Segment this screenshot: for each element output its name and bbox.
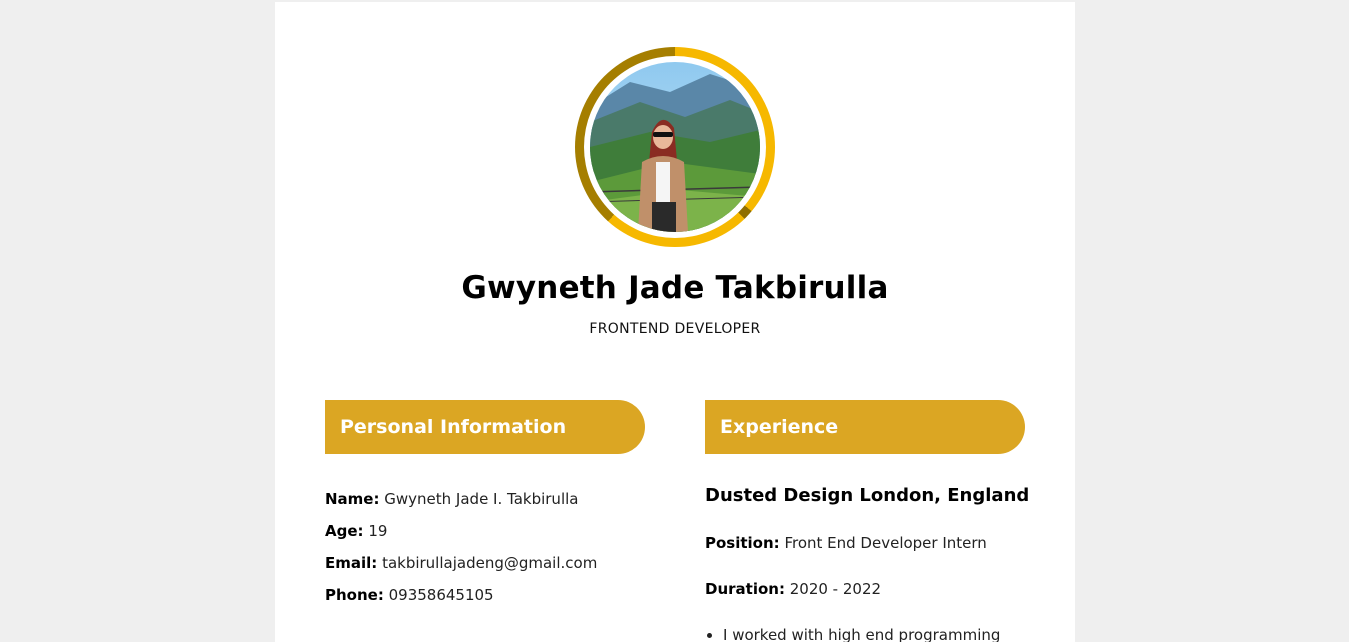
profile-name: Gwyneth Jade Takbirulla — [461, 270, 889, 306]
duration-value: 2020 - 2022 — [789, 580, 882, 598]
info-row-name: Name: Gwyneth Jade I. Takbirulla — [325, 488, 655, 520]
experience-duration: Duration: 2020 - 2022 — [705, 578, 1045, 624]
position-label: Position: — [705, 534, 780, 552]
duration-label: Duration: — [705, 580, 785, 598]
experience-position: Position: Front End Developer Intern — [705, 532, 1045, 578]
info-label: Name: — [325, 490, 380, 508]
info-value: Gwyneth Jade I. Takbirulla — [384, 490, 579, 508]
profile-photo — [590, 62, 760, 232]
experience-bullet: I worked with high end programming — [723, 624, 1045, 642]
personal-info-list: Name: Gwyneth Jade I. Takbirulla Age: 19… — [325, 488, 655, 616]
section-header-experience: Experience — [705, 400, 1025, 454]
info-label: Email: — [325, 554, 378, 572]
profile-photo-image — [590, 62, 760, 232]
avatar — [575, 47, 775, 247]
resume-page: Gwyneth Jade Takbirulla FRONTEND DEVELOP… — [275, 2, 1075, 642]
experience-bullets: I worked with high end programming — [705, 624, 1045, 642]
experience-entry: Dusted Design London, England Position: … — [705, 482, 1045, 642]
info-label: Age: — [325, 522, 364, 540]
info-row-age: Age: 19 — [325, 520, 655, 552]
info-value: takbirullajadeng@gmail.com — [382, 554, 598, 572]
info-value: 09358645105 — [388, 586, 494, 604]
position-value: Front End Developer Intern — [784, 534, 987, 552]
info-row-phone: Phone: 09358645105 — [325, 584, 655, 616]
section-header-personal-information: Personal Information — [325, 400, 645, 454]
experience-company: Dusted Design London, England — [705, 485, 1030, 506]
info-value: 19 — [368, 522, 388, 540]
profile-role: FRONTEND DEVELOPER — [589, 321, 761, 337]
info-label: Phone: — [325, 586, 384, 604]
info-row-email: Email: takbirullajadeng@gmail.com — [325, 552, 655, 584]
